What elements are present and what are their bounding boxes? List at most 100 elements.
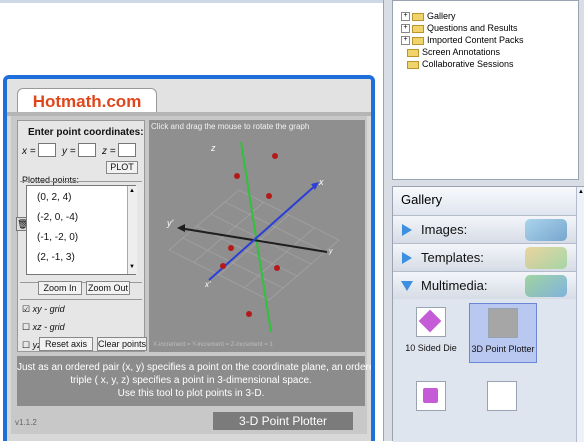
x-label: x =	[22, 146, 36, 157]
list-item[interactable]: (-2, 0, -4)	[37, 212, 78, 223]
widget-title: 3-D Point Plotter	[213, 412, 353, 430]
description-line: Use this tool to plot points in 3-D.	[117, 388, 265, 399]
grid-xy-checkbox[interactable]: ☑ xy - grid	[22, 304, 65, 315]
gallery-item-media[interactable]	[469, 381, 537, 421]
enter-label: Enter point coordinates:	[28, 127, 144, 138]
scroll-down-icon[interactable]: ▼	[129, 264, 135, 270]
item-label: 10 Sided Die	[405, 343, 457, 353]
dice-icon	[416, 381, 446, 411]
content-tree[interactable]: + Gallery + Questions and Results + Imported …	[392, 0, 579, 180]
list-item[interactable]: (-1, -2, 0)	[37, 232, 78, 243]
scroll-up-icon[interactable]: ▲	[129, 188, 135, 194]
zoom-out-button[interactable]: Zoom Out	[86, 281, 130, 295]
expand-plus-icon[interactable]: +	[401, 36, 410, 46]
widget-footer: v1.1.2 3-D Point Plotter	[11, 412, 367, 434]
templates-icon	[525, 247, 567, 269]
list-item[interactable]: (2, -1, 3)	[37, 252, 75, 263]
tree-item[interactable]: Screen Annotations	[407, 47, 500, 59]
list-item[interactable]: (0, 2, 4)	[37, 192, 71, 203]
y-input[interactable]	[78, 143, 96, 157]
section-label: Templates:	[421, 250, 484, 265]
plot-point	[272, 153, 278, 159]
points-list[interactable]: (0, 2, 4) (-2, 0, -4) (-1, -2, 0) (2, -1…	[26, 185, 137, 275]
control-panel: Enter point coordinates: x = y = z = PLO…	[16, 120, 145, 352]
z-axis-label: z	[211, 143, 216, 153]
graph-instruction: Click and drag the mouse to rotate the g…	[151, 122, 310, 131]
section-label: Multimedia:	[421, 278, 488, 293]
check-icon: ☐	[22, 322, 31, 332]
item-label: 3D Point Plotter	[471, 344, 535, 354]
expand-plus-icon[interactable]: +	[401, 24, 410, 34]
folder-icon	[412, 36, 424, 45]
plot-point	[266, 193, 272, 199]
divider	[20, 299, 142, 300]
divider	[20, 181, 142, 182]
media-icon	[487, 381, 517, 411]
tree-item-label: Collaborative Sessions	[422, 59, 514, 69]
description-line: triple ( x, y, z) specifies a point in 3…	[70, 375, 312, 386]
graph-3d[interactable]: Click and drag the mouse to rotate the g…	[149, 120, 365, 352]
grid-xz-checkbox[interactable]: ☐ xz - grid	[22, 322, 65, 333]
y-axis-label: y	[329, 248, 333, 255]
grid-xy-label: xy - grid	[32, 304, 65, 314]
die-icon	[416, 307, 446, 337]
plotter-icon	[488, 308, 518, 338]
tree-item-label: Imported Content Packs	[427, 35, 524, 45]
plot-button[interactable]: PLOT	[106, 161, 138, 174]
brand-bar: Hotmath.com	[7, 79, 371, 114]
increment-info: X-increment = Y-increment = Z-increment …	[153, 342, 273, 348]
section-templates[interactable]: Templates:	[393, 243, 576, 271]
tree-item[interactable]: + Gallery	[401, 11, 456, 23]
expand-plus-icon[interactable]: +	[401, 12, 410, 22]
gallery-panel[interactable]: Gallery Images: Templates: Multimedia: 1…	[392, 186, 584, 442]
tree-item-label: Screen Annotations	[422, 47, 501, 57]
description-line: Just as an ordered pair (x, y) specifies…	[17, 362, 375, 373]
images-icon	[525, 219, 567, 241]
expand-right-icon	[402, 224, 412, 236]
section-label: Images:	[421, 222, 468, 237]
gallery-item-dice[interactable]	[397, 381, 465, 421]
check-icon: ☑	[22, 304, 31, 314]
folder-icon	[412, 12, 424, 21]
gallery-item-3d-point-plotter[interactable]: 3D Point Plotter	[469, 303, 537, 363]
version-label: v1.1.2	[15, 418, 37, 427]
plot-point	[246, 311, 252, 317]
gallery-item-10-sided-die[interactable]: 10 Sided Die	[397, 307, 465, 359]
plot-point	[228, 245, 234, 251]
gallery-scrollbar[interactable]: ▲	[576, 187, 584, 442]
points-scrollbar[interactable]: ▲ ▼	[127, 186, 137, 274]
tree-item[interactable]: Collaborative Sessions	[407, 59, 514, 71]
clear-points-button[interactable]: Clear points	[97, 337, 147, 351]
plot-point	[220, 263, 226, 269]
widget-body: Enter point coordinates: x = y = z = PLO…	[11, 116, 375, 434]
scroll-up-icon[interactable]: ▲	[578, 189, 584, 195]
zoom-in-button[interactable]: Zoom In	[38, 281, 82, 295]
gallery-title: Gallery	[393, 187, 576, 215]
x-neg-axis-label: x'	[205, 280, 211, 289]
check-icon: ☐	[22, 340, 31, 350]
point-plotter-widget[interactable]: Hotmath.com Enter point coordinates: x =…	[3, 75, 375, 441]
multimedia-icon	[525, 275, 567, 297]
plotted-points	[220, 153, 280, 317]
tree-item-label: Gallery	[427, 11, 456, 21]
y-label: y =	[62, 146, 76, 157]
section-images[interactable]: Images:	[393, 215, 576, 243]
y-neg-axis-label: y'	[167, 218, 174, 228]
plot-point	[234, 173, 240, 179]
tree-item[interactable]: + Imported Content Packs	[401, 35, 524, 47]
expand-right-icon	[402, 252, 412, 264]
xy-grid	[168, 189, 340, 301]
tree-item[interactable]: + Questions and Results	[401, 23, 518, 35]
reset-axis-button[interactable]: Reset axis	[39, 337, 93, 351]
expand-down-icon	[401, 281, 413, 291]
z-input[interactable]	[118, 143, 136, 157]
side-panel: + Gallery + Questions and Results + Imported …	[383, 0, 584, 442]
z-label: z =	[102, 146, 116, 157]
grid-xz-label: xz - grid	[32, 322, 65, 332]
x-axis-label: x	[319, 177, 324, 187]
axis-arrow-icon	[177, 224, 185, 232]
graph-3d-svg[interactable]	[149, 120, 365, 352]
x-input[interactable]	[38, 143, 56, 157]
section-multimedia[interactable]: Multimedia:	[393, 271, 576, 299]
plotted-points-label: Plotted points:	[22, 175, 80, 185]
